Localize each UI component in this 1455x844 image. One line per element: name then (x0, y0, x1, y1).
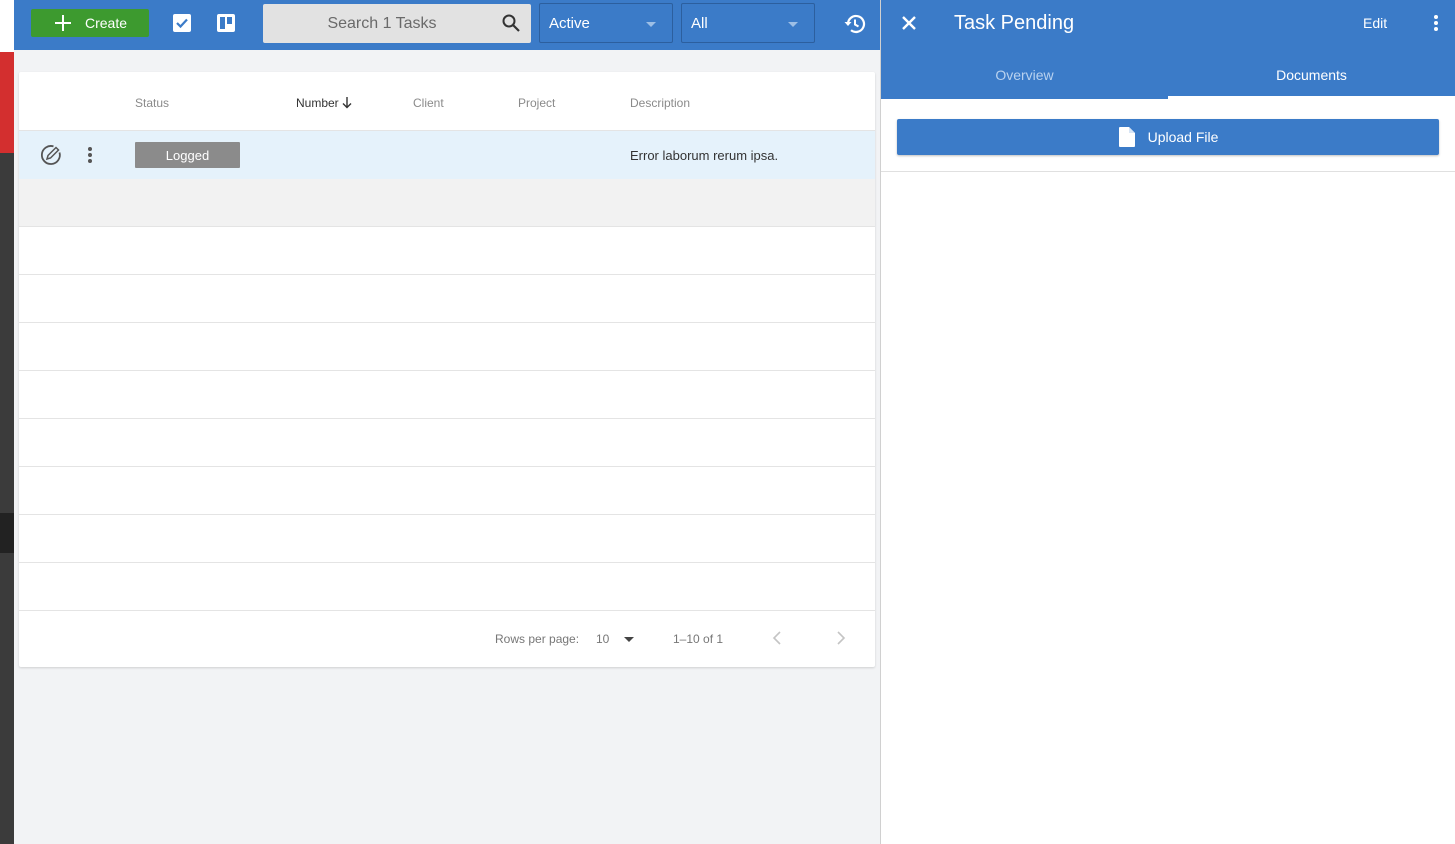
status-filter-value: Active (549, 14, 590, 32)
pagination-range: 1–10 of 1 (673, 632, 724, 646)
table-row-empty (19, 419, 875, 467)
table-pagination: Rows per page: 10 1–10 of 1 (19, 611, 875, 667)
sort-down-icon (342, 97, 352, 109)
panel-divider (881, 171, 1455, 172)
edit-button[interactable]: Edit (1363, 15, 1387, 31)
table-row-empty (19, 179, 875, 227)
scope-filter-select[interactable]: All (681, 3, 815, 43)
chevron-right-icon[interactable] (833, 630, 849, 646)
search-icon[interactable] (501, 13, 521, 38)
row-description: Error laborum rerum ipsa. (630, 148, 779, 163)
chevron-down-icon (646, 22, 656, 27)
left-strip-red-marker (0, 52, 14, 153)
upload-file-label: Upload File (1147, 129, 1219, 145)
upload-file-button[interactable]: Upload File (897, 119, 1439, 155)
chevron-left-icon[interactable] (769, 630, 785, 646)
scope-filter-value: All (691, 14, 708, 32)
tasks-toolbar: Create Active (14, 0, 880, 50)
table-row-empty (19, 323, 875, 371)
table-row[interactable]: Logged Error laborum rerum ipsa. (19, 131, 875, 179)
more-vert-icon[interactable] (1431, 13, 1441, 33)
left-strip-dark-marker (0, 513, 14, 553)
status-filter-select[interactable]: Active (539, 3, 673, 43)
table-row-empty (19, 563, 875, 611)
history-button[interactable] (842, 12, 868, 36)
left-strip-top (0, 0, 14, 52)
list-view-button[interactable] (171, 12, 193, 34)
table-row-empty (19, 371, 875, 419)
rows-per-page-label: Rows per page: (495, 632, 580, 646)
edit-circle-icon[interactable] (39, 143, 63, 167)
kanban-view-button[interactable] (215, 12, 237, 34)
table-row-empty (19, 227, 875, 275)
checkbox-icon (173, 14, 191, 32)
chevron-down-icon (788, 22, 798, 27)
table-header: Status Number Client Project Description (19, 72, 875, 131)
left-edge-strip (0, 0, 14, 844)
table-row-empty (19, 467, 875, 515)
task-detail-panel: Task Pending Edit Overview Documents Upl… (880, 0, 1455, 844)
table-row-empty (19, 515, 875, 563)
column-header-client[interactable]: Client (413, 96, 444, 110)
search-field (263, 4, 531, 43)
panel-header: Task Pending Edit Overview Documents (881, 0, 1455, 99)
column-header-description[interactable]: Description (630, 96, 690, 110)
tab-documents[interactable]: Documents (1168, 50, 1455, 99)
active-tab-indicator (1168, 96, 1455, 99)
column-header-number[interactable]: Number (296, 96, 339, 110)
create-button[interactable]: Create (31, 9, 149, 37)
kanban-icon (217, 14, 235, 32)
tab-overview[interactable]: Overview (881, 50, 1168, 99)
plus-icon (55, 15, 71, 31)
more-vert-icon[interactable] (85, 145, 95, 165)
search-input[interactable] (263, 4, 531, 43)
panel-title: Task Pending (954, 12, 1075, 34)
history-icon (844, 14, 866, 34)
table-row-empty (19, 275, 875, 323)
tasks-main-area: Create Active (14, 0, 880, 844)
column-header-project[interactable]: Project (518, 96, 555, 110)
file-icon (1118, 127, 1135, 147)
create-button-label: Create (85, 15, 128, 31)
column-header-status[interactable]: Status (135, 96, 169, 110)
tasks-table-card: Status Number Client Project Description (19, 72, 875, 667)
rows-per-page-value[interactable]: 10 (596, 632, 609, 646)
close-icon[interactable] (899, 13, 919, 33)
status-badge: Logged (135, 142, 240, 168)
chevron-down-icon[interactable] (624, 637, 634, 642)
